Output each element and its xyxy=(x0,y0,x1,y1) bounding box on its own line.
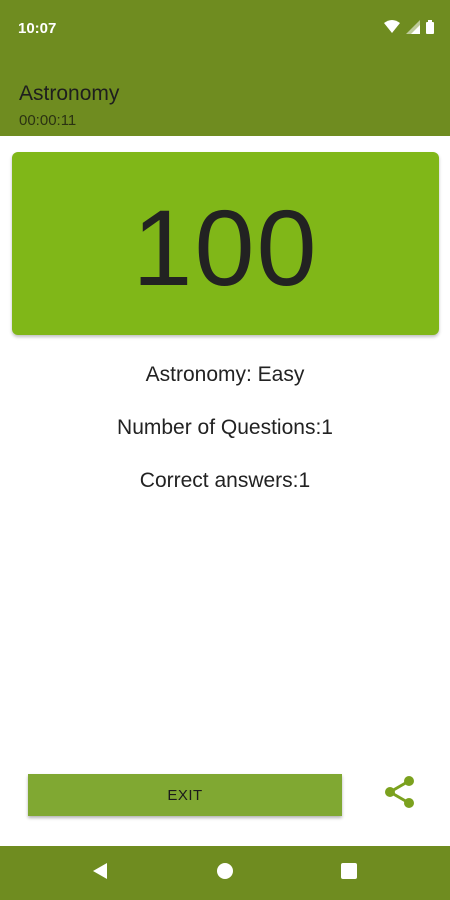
status-bar: 10:07 xyxy=(0,0,450,60)
home-icon xyxy=(216,862,234,885)
wifi-icon xyxy=(384,20,400,39)
navigation-bar xyxy=(0,846,450,900)
elapsed-timer: 00:00:11 xyxy=(19,112,77,129)
nav-back-button[interactable] xyxy=(70,846,130,900)
share-icon xyxy=(382,774,418,815)
category-label: Astronomy: Easy xyxy=(145,363,305,386)
recents-icon xyxy=(341,862,357,884)
score-card: 100 xyxy=(12,152,439,335)
share-button[interactable] xyxy=(378,772,422,816)
status-time: 10:07 xyxy=(18,20,57,37)
nav-recents-button[interactable] xyxy=(319,846,379,900)
exit-button[interactable]: EXIT xyxy=(28,774,342,816)
battery-icon xyxy=(426,20,434,39)
status-icons xyxy=(384,20,434,39)
back-icon xyxy=(92,862,108,885)
cellular-signal-icon xyxy=(406,20,420,39)
score-value: 100 xyxy=(132,187,319,308)
nav-home-button[interactable] xyxy=(195,846,255,900)
app-bar: Astronomy 00:00:11 xyxy=(0,60,450,136)
questions-count-label: Number of Questions:1 xyxy=(117,416,333,439)
correct-answers-label: Correct answers:1 xyxy=(139,469,311,492)
app-title: Astronomy xyxy=(19,82,120,105)
